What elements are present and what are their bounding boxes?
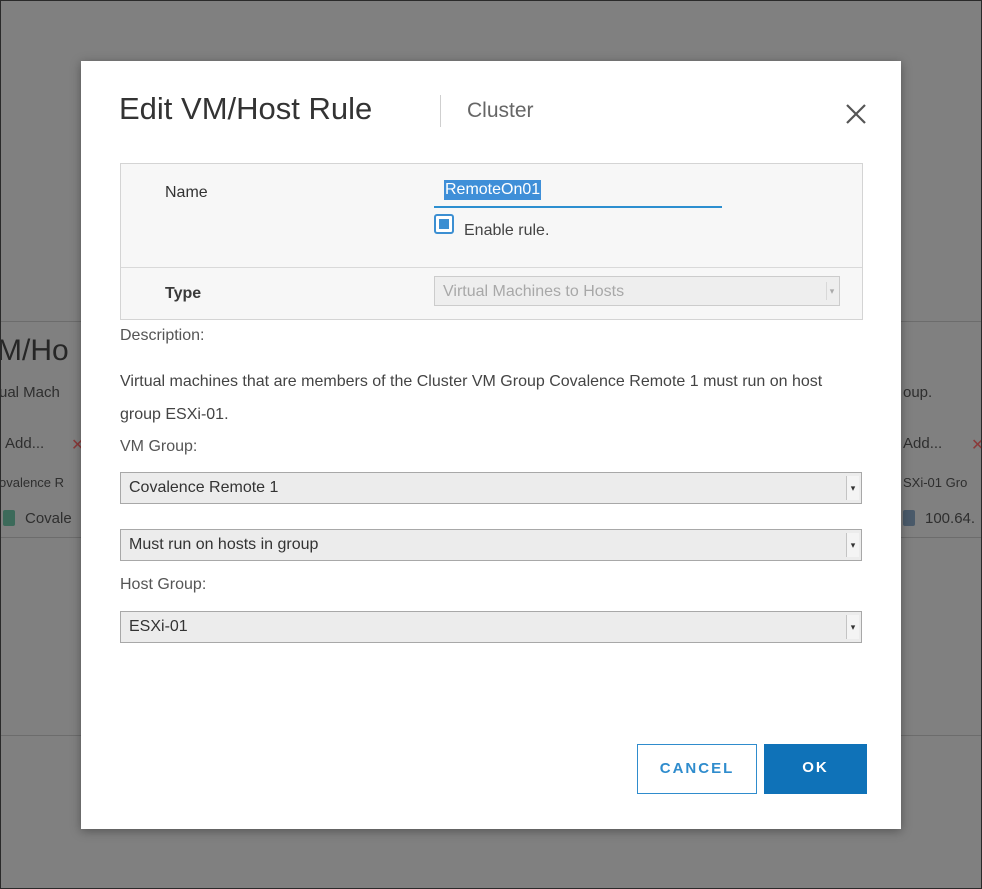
type-select: Virtual Machines to Hosts ▾: [434, 276, 840, 306]
dropdown-arrow-icon: ▾: [846, 615, 859, 639]
host-group-select-value: ESXi-01: [129, 618, 188, 635]
dialog-subtitle: Cluster: [467, 99, 534, 122]
name-input-value: RemoteOn01: [444, 180, 542, 200]
close-button[interactable]: [843, 101, 869, 127]
description-label: Description:: [120, 327, 205, 344]
edit-vm-host-rule-dialog: Edit VM/Host Rule Cluster Name RemoteOn0…: [81, 61, 901, 829]
dropdown-arrow-icon: ▾: [846, 476, 859, 500]
name-label: Name: [165, 184, 208, 201]
enable-rule-checkbox[interactable]: [434, 214, 454, 234]
dropdown-arrow-icon: ▾: [826, 282, 837, 300]
screen: M/Ho ual Mach Add... ✕ ovalence R Covale…: [0, 0, 982, 889]
background-subtitle: ual Mach: [0, 384, 60, 401]
background-row: 100.64.: [925, 510, 976, 527]
background-add-link: Add...: [5, 435, 45, 452]
background-subtitle: oup.: [903, 384, 933, 401]
background-heading: M/Ho: [0, 334, 69, 367]
title-separator: [440, 95, 441, 127]
ok-button[interactable]: OK: [764, 744, 867, 794]
name-input[interactable]: RemoteOn01: [434, 176, 722, 208]
enable-rule-label: Enable rule.: [464, 222, 550, 239]
dropdown-arrow-icon: ▾: [846, 533, 859, 557]
background-column-header: ovalence R: [0, 475, 65, 490]
cancel-button[interactable]: CANCEL: [637, 744, 757, 794]
host-icon: [903, 510, 915, 526]
vm-group-select[interactable]: Covalence Remote 1 ▾: [120, 472, 862, 504]
vm-icon: [3, 510, 15, 526]
rule-form: Name RemoteOn01 Enable rule. Type Virtua…: [120, 163, 863, 320]
dialog-title: Edit VM/Host Rule: [119, 91, 373, 126]
background-add-link: Add...: [903, 435, 943, 452]
background-column-header: SXi-01 Gro: [903, 475, 968, 490]
vm-group-label: VM Group:: [120, 438, 198, 455]
description-text: Virtual machines that are members of the…: [120, 373, 823, 423]
checkbox-checked-icon: [439, 219, 449, 229]
vm-group-select-value: Covalence Remote 1: [129, 479, 279, 496]
close-icon: [846, 104, 866, 124]
host-group-select[interactable]: ESXi-01 ▾: [120, 611, 862, 643]
type-label: Type: [165, 285, 202, 302]
type-select-value: Virtual Machines to Hosts: [443, 283, 625, 300]
form-divider: [121, 267, 862, 268]
host-group-label: Host Group:: [120, 576, 207, 593]
background-row: Covale: [25, 510, 72, 527]
rule-type-select-value: Must run on hosts in group: [129, 536, 319, 553]
remove-icon: ✕: [971, 435, 981, 455]
rule-type-select[interactable]: Must run on hosts in group ▾: [120, 529, 862, 561]
